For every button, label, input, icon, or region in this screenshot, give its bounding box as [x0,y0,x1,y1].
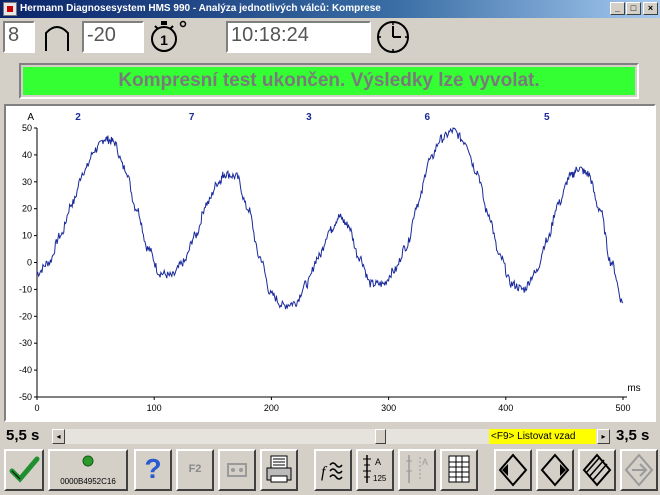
y-tick-label: -50 [19,392,32,402]
printer-icon [266,455,292,483]
previous-cylinder-button[interactable] [494,449,532,491]
y-tick-label: 20 [22,204,32,214]
y-tick-label: 50 [22,123,32,133]
cylinder-marker-3: 3 [306,112,312,123]
x-tick-label: 200 [264,403,279,413]
hatched-diamond-button[interactable] [578,449,616,491]
clock-icon [377,21,409,53]
arrow-right-icon [624,453,654,487]
window-title: Hermann Diagnosesystem HMS 990 - Analýza… [20,3,381,14]
cylinder-marker-7: 7 [189,112,195,123]
checkmark-icon [9,456,40,483]
status-banner-frame: Kompresní test ukončen. Výsledky lze vyv… [19,63,639,99]
series-line-0 [36,127,624,310]
left-time-label: 5,5 s [6,427,40,444]
cursor-button[interactable]: A [398,449,436,491]
scroll-left-button[interactable]: ◂ [52,429,65,444]
svg-text:A: A [422,457,428,467]
cylinder-marker-2: 2 [75,112,81,123]
help-button[interactable]: ? [134,449,172,491]
confirm-button[interactable] [4,449,44,491]
x-tick-label: 500 [615,403,630,413]
y-tick-label: 40 [22,150,32,160]
right-time-label: 3,5 s [616,427,650,444]
cylinder-marker-5: 5 [544,112,550,123]
x-tick-label: 0 [34,403,39,413]
scroll-thumb[interactable] [375,429,386,444]
forward-button[interactable] [620,449,658,491]
stopwatch-digit: 1 [160,32,168,48]
x-tick-label: 300 [381,403,396,413]
record-button[interactable] [218,449,256,491]
f9-hint-label: <F9> Listovat vzad [489,429,596,444]
time-slider-row: 5,5 s ◂ <F9> Listovat vzad ▸ 3,5 s [0,425,660,447]
minimize-button[interactable]: _ [610,2,625,15]
frequency-button[interactable]: f [314,449,352,491]
status-banner: Kompresní test ukončen. Výsledky lze vyv… [23,67,635,95]
f2-label: F2 [188,463,202,475]
f2-button[interactable]: F2 [176,449,214,491]
y-axis-label: A [27,112,34,123]
table-icon [448,455,470,483]
time-scrollbar[interactable]: ◂ <F9> Listovat vzad ▸ [52,429,610,444]
device-status-button[interactable]: 0000B4952C16 [48,449,128,491]
chart-panel: Ams 50 40 30 20 10 0 -10 -20 -30 -40 -50 0 100 200 300… [4,104,656,422]
scale-125-label: 125 [373,474,387,483]
scroll-right-button[interactable]: ▸ [597,429,610,444]
time-field: 10:18:24 [226,21,371,53]
next-cylinder-button[interactable] [536,449,574,491]
y-tick-label: 30 [22,177,32,187]
cursor-scale-icon: A [406,455,428,483]
cylinder-count-field: 8 [3,21,35,53]
maximize-button[interactable]: □ [626,2,641,15]
title-bar: Hermann Diagnosesystem HMS 990 - Analýza… [0,0,660,18]
table-button[interactable] [440,449,478,491]
bottom-toolbar: 0000B4952C16 ? F2 f A 125 A [0,448,660,495]
y-tick-label: 0 [27,258,32,268]
svg-text:A: A [375,457,381,467]
y-tick-label: -10 [19,284,32,294]
cylinder-icon [45,26,69,51]
app-icon [3,2,17,16]
x-axis-label: ms [627,383,640,394]
frequency-icon: f [321,462,343,481]
y-tick-label: -20 [19,311,32,321]
scale-125-button[interactable]: A 125 [356,449,394,491]
close-button[interactable]: × [643,2,658,15]
tape-icon [227,463,247,477]
diamond-right-icon [540,453,570,487]
device-led-icon [82,455,94,467]
x-tick-label: 100 [147,403,162,413]
help-icon: ? [144,453,162,484]
svg-text:f: f [321,464,328,481]
compression-chart: Ams 50403020100-10-20-30-40-500 100 200 300… [19,112,641,413]
x-tick-label: 400 [498,403,513,413]
diamond-left-icon [498,453,528,487]
print-button[interactable] [260,449,298,491]
stopwatch-icon: 1 [151,20,187,52]
cylinder-marker-6: 6 [424,112,430,123]
app-window: Hermann Diagnosesystem HMS 990 - Analýza… [0,0,660,495]
scale-icon: A 125 [363,455,387,483]
y-tick-label: -40 [19,365,32,375]
hatched-diamond-icon [582,453,612,487]
temperature-field: -20 [82,21,144,53]
y-tick-label: -30 [19,338,32,348]
y-tick-label: 10 [22,231,32,241]
device-id: 0000B4952C16 [60,477,116,486]
